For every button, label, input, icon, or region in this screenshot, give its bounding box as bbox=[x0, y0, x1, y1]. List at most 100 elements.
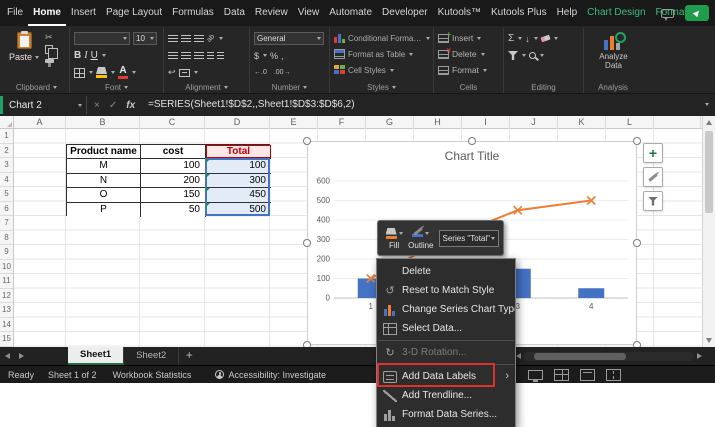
orientation-icon[interactable]: ab bbox=[206, 33, 216, 43]
share-button[interactable] bbox=[685, 5, 709, 21]
chart-selection-handle[interactable] bbox=[303, 137, 311, 145]
row-header-1[interactable]: 1 bbox=[0, 129, 13, 144]
page-layout-view-button[interactable] bbox=[580, 368, 595, 381]
number-format-select[interactable]: General bbox=[254, 32, 324, 45]
delete-cells-button[interactable]: Delete bbox=[438, 46, 500, 62]
cut-icon[interactable]: ✂ bbox=[45, 33, 53, 42]
scroll-up-button[interactable] bbox=[703, 116, 715, 129]
number-group-label[interactable]: Number bbox=[250, 83, 329, 92]
row-header-6[interactable]: 6 bbox=[0, 202, 13, 216]
table-cell[interactable]: P bbox=[67, 202, 141, 217]
chart-selection-handle[interactable] bbox=[633, 137, 641, 145]
column-header-d[interactable]: D bbox=[205, 116, 270, 129]
font-name-select[interactable] bbox=[74, 32, 130, 45]
vertical-scrollbar[interactable] bbox=[702, 116, 715, 347]
table-header-product-name[interactable]: Product name bbox=[67, 144, 141, 159]
normal-view-button[interactable] bbox=[554, 368, 569, 381]
ribbon-tab-insert[interactable]: Insert bbox=[66, 0, 101, 26]
accounting-format-icon[interactable]: $ bbox=[254, 51, 259, 61]
menu-item-format-data-series[interactable]: Format Data Series... bbox=[377, 405, 515, 424]
chart-selection-handle[interactable] bbox=[468, 137, 476, 145]
align-right-icon[interactable] bbox=[194, 51, 204, 60]
ribbon-tab-review[interactable]: Review bbox=[250, 0, 293, 26]
sheet-nav-right[interactable] bbox=[14, 347, 28, 365]
ribbon-tab-file[interactable]: File bbox=[2, 0, 28, 26]
column-header-g[interactable]: G bbox=[366, 116, 414, 129]
enter-icon[interactable]: ✓ bbox=[109, 100, 117, 111]
align-left-icon[interactable] bbox=[168, 51, 178, 60]
align-center-icon[interactable] bbox=[181, 51, 191, 60]
table-cell[interactable]: 200 bbox=[141, 173, 206, 188]
percent-format-icon[interactable]: % bbox=[270, 51, 278, 61]
formula-input[interactable]: =SERIES(Sheet1!$D$2,,Sheet1!$D$3:$D$6,2) bbox=[148, 96, 355, 114]
menu-item-add-trendline[interactable]: Add Trendline... bbox=[377, 386, 515, 405]
chart-styles-button[interactable] bbox=[643, 167, 663, 187]
ribbon-tab-kutools-plus[interactable]: Kutools Plus bbox=[486, 0, 552, 26]
align-middle-icon[interactable] bbox=[181, 34, 191, 43]
row-header-5[interactable]: 5 bbox=[0, 187, 13, 202]
ribbon-tab-chart-design[interactable]: Chart Design bbox=[582, 0, 650, 26]
outline-button[interactable]: Outline bbox=[408, 226, 434, 250]
table-cell[interactable]: M bbox=[67, 159, 141, 174]
ribbon-tab-help[interactable]: Help bbox=[552, 0, 583, 26]
cancel-icon[interactable]: × bbox=[94, 100, 100, 111]
sort-filter-icon[interactable] bbox=[508, 51, 518, 60]
align-top-icon[interactable] bbox=[168, 34, 178, 43]
ribbon-tab-kutools[interactable]: Kutools™ bbox=[433, 0, 486, 26]
format-cells-button[interactable]: Format bbox=[438, 62, 500, 78]
comma-format-icon[interactable]: , bbox=[281, 51, 284, 61]
ribbon-tab-developer[interactable]: Developer bbox=[377, 0, 433, 26]
column-header-i[interactable]: I bbox=[462, 116, 510, 129]
insert-cells-button[interactable]: Insert bbox=[438, 30, 500, 46]
merge-center-icon[interactable] bbox=[178, 68, 190, 77]
styles-group-label[interactable]: Styles bbox=[330, 83, 433, 92]
font-size-select[interactable]: 10 bbox=[133, 32, 157, 45]
ribbon-tab-automate[interactable]: Automate bbox=[324, 0, 377, 26]
column-header-e[interactable]: E bbox=[270, 116, 318, 129]
borders-button[interactable] bbox=[74, 67, 85, 78]
fill-down-icon[interactable]: ↓ bbox=[525, 34, 530, 44]
comments-button[interactable] bbox=[657, 5, 677, 21]
cell-styles-button[interactable]: Cell Styles bbox=[334, 62, 430, 78]
accessibility-status[interactable]: Accessibility: Investigate bbox=[215, 370, 326, 380]
font-group-label[interactable]: Font bbox=[70, 83, 163, 92]
autosum-icon[interactable]: Σ bbox=[508, 33, 514, 44]
row-header-11[interactable]: 11 bbox=[0, 274, 13, 289]
menu-item-change-series-chart-type[interactable]: Change Series Chart Type... bbox=[377, 300, 515, 319]
series-selector[interactable]: Series "Total" bbox=[438, 229, 499, 247]
sheet-nav-left[interactable] bbox=[0, 347, 14, 365]
menu-item-reset-to-match-style[interactable]: ↺ Reset to Match Style bbox=[377, 281, 515, 300]
table-cell[interactable]: 100 bbox=[141, 159, 206, 174]
new-sheet-button[interactable]: + bbox=[179, 347, 199, 365]
column-header-j[interactable]: J bbox=[510, 116, 558, 129]
clear-icon[interactable] bbox=[540, 34, 551, 43]
row-header-8[interactable]: 8 bbox=[0, 231, 13, 245]
row-header-2[interactable]: 2 bbox=[0, 144, 13, 158]
column-header-b[interactable]: B bbox=[66, 116, 140, 129]
scrollbar-track[interactable] bbox=[524, 351, 694, 361]
workbook-statistics-button[interactable]: Workbook Statistics bbox=[113, 370, 192, 380]
fill-color-button[interactable] bbox=[96, 67, 107, 78]
font-color-button[interactable]: A bbox=[118, 66, 128, 79]
align-bottom-icon[interactable] bbox=[194, 34, 204, 43]
ribbon-tab-data[interactable]: Data bbox=[219, 0, 250, 26]
expand-formula-bar-icon[interactable] bbox=[705, 103, 709, 106]
column-header-f[interactable]: F bbox=[318, 116, 366, 129]
copy-icon[interactable] bbox=[45, 45, 58, 59]
row-header-12[interactable]: 12 bbox=[0, 289, 13, 303]
analyze-data-button[interactable]: Analyze Data bbox=[588, 30, 639, 70]
column-header-k[interactable]: K bbox=[558, 116, 606, 129]
ribbon-tab-home[interactable]: Home bbox=[28, 0, 66, 26]
column-header-c[interactable]: C bbox=[140, 116, 205, 129]
row-header-9[interactable]: 9 bbox=[0, 245, 13, 260]
status-sheet-info[interactable]: Sheet 1 of 2 bbox=[48, 370, 97, 380]
row-header-3[interactable]: 3 bbox=[0, 158, 13, 173]
horizontal-scroll-thumb[interactable] bbox=[534, 352, 626, 360]
insert-function-icon[interactable]: fx bbox=[126, 100, 135, 111]
italic-button[interactable]: I bbox=[84, 50, 87, 61]
table-header-total[interactable]: Total bbox=[206, 144, 271, 159]
chart-selection-handle[interactable] bbox=[303, 239, 311, 247]
row-header-4[interactable]: 4 bbox=[0, 173, 13, 187]
decrease-decimal-icon[interactable]: .00→ bbox=[274, 69, 291, 76]
row-header-14[interactable]: 14 bbox=[0, 318, 13, 332]
